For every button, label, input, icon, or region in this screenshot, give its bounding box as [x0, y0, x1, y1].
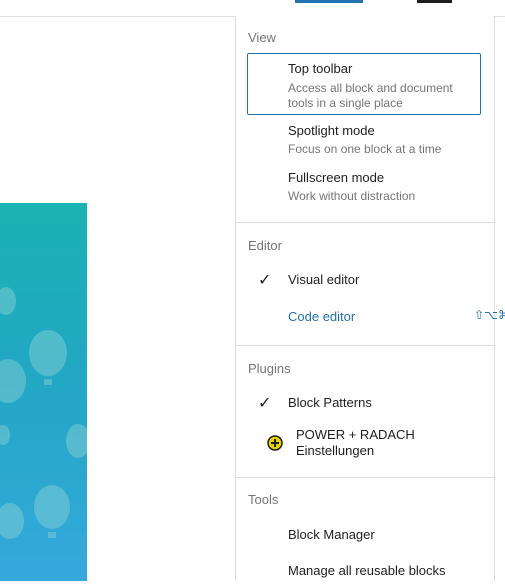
- spotlight-mode-label: Spotlight mode: [288, 123, 375, 138]
- plus-circle-icon: [267, 435, 283, 451]
- block-patterns-option[interactable]: ✓ Block Patterns: [236, 395, 505, 412]
- spotlight-mode-desc: Focus on one block at a time: [288, 142, 442, 156]
- manage-reusable-blocks-option[interactable]: Manage all reusable blocks: [236, 563, 505, 578]
- power-radach-option[interactable]: POWER + RADACH Einstellungen: [236, 427, 505, 459]
- visual-editor-option[interactable]: ✓ Visual editor: [236, 272, 505, 289]
- power-radach-label-line1: POWER + RADACH: [296, 427, 415, 442]
- code-editor-label: Code editor: [288, 309, 356, 324]
- top-toolbar-option[interactable]: Top toolbar Access all block and documen…: [236, 61, 505, 111]
- more-menu: View Top toolbar Access all block and do…: [235, 16, 505, 581]
- manage-reusable-blocks-label: Manage all reusable blocks: [288, 563, 446, 578]
- editor-canvas[interactable]: [0, 17, 234, 581]
- fullscreen-mode-option[interactable]: Fullscreen mode Work without distraction: [236, 170, 505, 204]
- plugins-section-title: Plugins: [248, 361, 291, 376]
- fullscreen-mode-label: Fullscreen mode: [288, 170, 385, 185]
- plugins-section: Plugins ✓ Block Patterns POWER + RADACH …: [236, 346, 494, 478]
- tools-section-title: Tools: [248, 492, 279, 507]
- top-toolbar-desc: Access all block and document tools in a…: [288, 81, 453, 110]
- fullscreen-mode-desc: Work without distraction: [288, 189, 416, 203]
- editor-section: Editor ✓ Visual editor Code editor ⇧⌥⌘M: [236, 223, 505, 346]
- view-section: View Top toolbar Access all block and do…: [236, 16, 494, 223]
- code-editor-option[interactable]: Code editor ⇧⌥⌘M: [236, 308, 505, 326]
- cover-image: [0, 203, 87, 581]
- power-radach-label-line2: Einstellungen: [296, 443, 375, 458]
- block-manager-option[interactable]: Block Manager: [236, 527, 505, 542]
- visual-editor-label: Visual editor: [288, 272, 360, 287]
- editor-top-bar: [0, 0, 505, 17]
- code-editor-shortcut: ⇧⌥⌘M: [474, 308, 505, 322]
- spotlight-mode-option[interactable]: Spotlight mode Focus on one block at a t…: [236, 123, 505, 157]
- editor-section-title: Editor: [248, 238, 282, 253]
- block-patterns-label: Block Patterns: [288, 395, 372, 410]
- options-button[interactable]: [417, 0, 452, 3]
- block-manager-label: Block Manager: [288, 527, 375, 542]
- publish-button[interactable]: [295, 0, 363, 3]
- top-toolbar-label: Top toolbar: [288, 61, 353, 76]
- check-icon: ✓: [258, 395, 272, 412]
- check-icon: ✓: [258, 272, 272, 289]
- view-section-title: View: [248, 30, 276, 45]
- tools-section: Tools Block Manager Manage all reusable …: [236, 478, 494, 588]
